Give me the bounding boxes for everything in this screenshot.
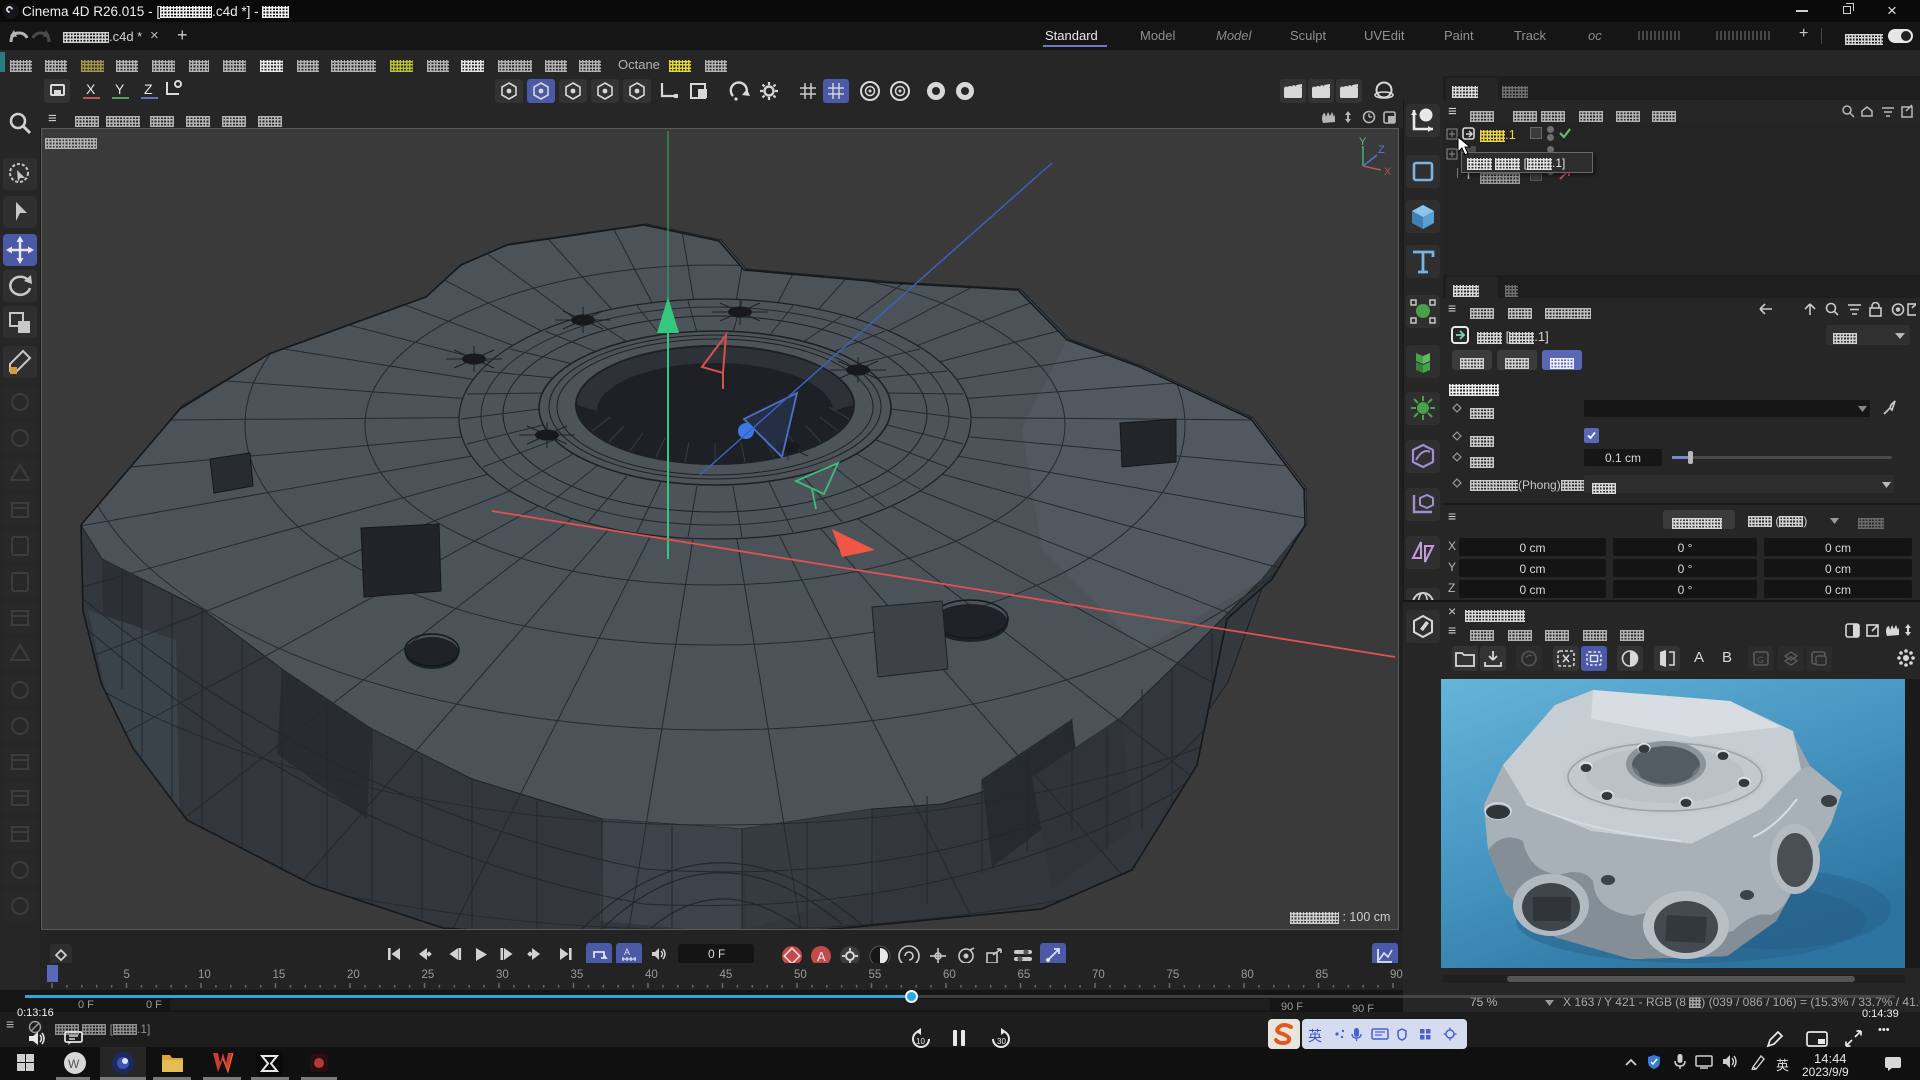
svg-text:Y: Y [1359, 136, 1367, 148]
svg-text:80: 80 [1241, 969, 1254, 981]
svg-text:90: 90 [1390, 969, 1403, 981]
svg-text:10: 10 [916, 1037, 925, 1046]
svg-text:25: 25 [422, 969, 435, 981]
svg-text:20: 20 [347, 969, 360, 981]
svg-text:75: 75 [1167, 969, 1180, 981]
svg-text:35: 35 [571, 969, 584, 981]
svg-text:40: 40 [645, 969, 658, 981]
svg-text:65: 65 [1018, 969, 1031, 981]
svg-text:30: 30 [997, 1037, 1006, 1046]
svg-text:X: X [1384, 166, 1392, 178]
svg-text:15: 15 [273, 969, 286, 981]
svg-text:A: A [817, 949, 826, 964]
svg-text:W: W [68, 1057, 80, 1071]
svg-text:Z: Z [1378, 144, 1385, 156]
svg-text:85: 85 [1316, 969, 1329, 981]
svg-text:5: 5 [124, 969, 130, 981]
svg-text:50: 50 [794, 969, 807, 981]
svg-text:60: 60 [943, 969, 956, 981]
svg-text:45: 45 [720, 969, 733, 981]
svg-text:55: 55 [869, 969, 882, 981]
svg-text:G: G [1757, 655, 1764, 665]
svg-text:A: A [624, 947, 630, 957]
svg-text:30: 30 [496, 969, 509, 981]
svg-text:10: 10 [198, 969, 211, 981]
svg-text:70: 70 [1092, 969, 1105, 981]
